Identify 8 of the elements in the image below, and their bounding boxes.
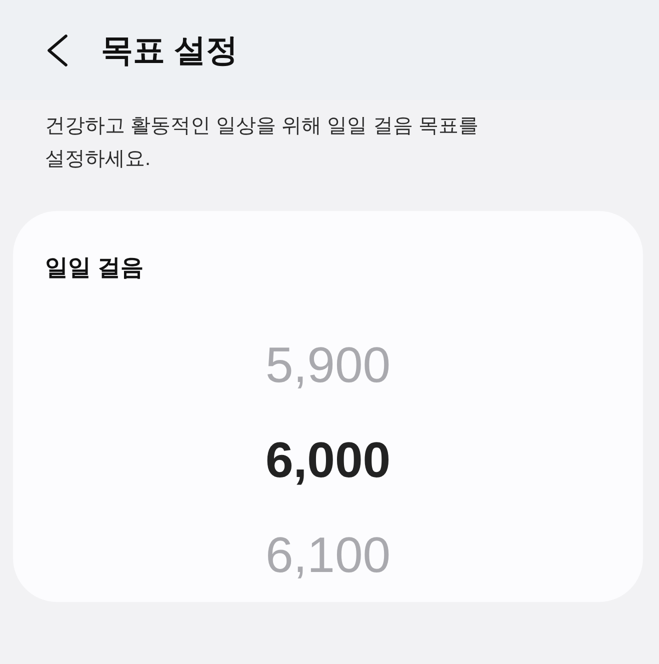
picker-value[interactable]: 6,100 (265, 526, 391, 582)
description-text: 건강하고 활동적인 일상을 위해 일일 걸음 목표를 설정하세요. (45, 114, 480, 172)
back-button[interactable] (45, 34, 69, 66)
card-label: 일일 걸음 (45, 253, 144, 282)
picker-value[interactable]: 5,900 (265, 336, 391, 392)
picker-value[interactable]: 6,000 (265, 432, 391, 488)
page-title: 목표 설정 (101, 31, 238, 70)
back-icon (45, 34, 69, 66)
